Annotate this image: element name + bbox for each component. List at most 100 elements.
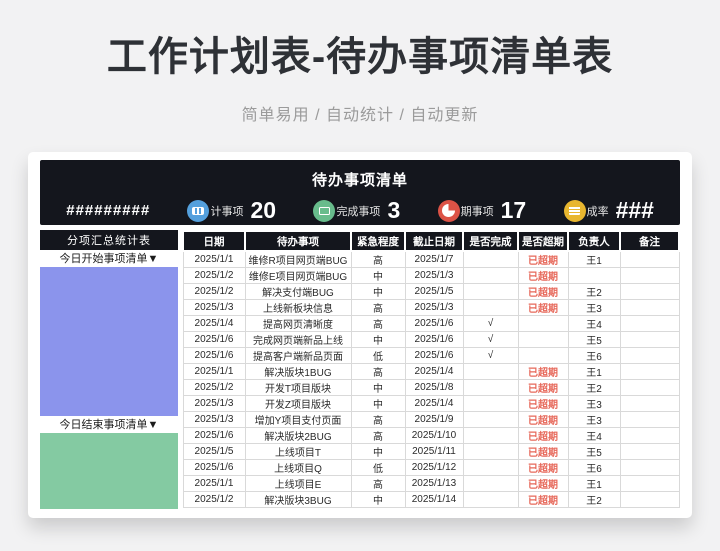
table-cell[interactable]: 维修R项目网页端BUG <box>244 250 352 268</box>
table-cell[interactable]: 2025/1/14 <box>404 491 464 508</box>
table-cell[interactable]: 王2 <box>567 379 621 396</box>
table-cell[interactable]: 提高网页清晰度 <box>244 315 352 332</box>
table-cell[interactable]: 上线新板块信息 <box>244 299 352 316</box>
table-cell[interactable]: 高 <box>350 315 406 332</box>
table-cell[interactable] <box>517 347 569 364</box>
table-cell[interactable]: 2025/1/6 <box>404 347 464 364</box>
table-cell[interactable]: 2025/1/12 <box>404 459 464 476</box>
table-cell[interactable]: 2025/1/6 <box>182 347 246 364</box>
today-start-section-toggle[interactable]: 今日开始事项清单▼ <box>40 251 178 267</box>
table-cell[interactable]: 2025/1/6 <box>404 331 464 348</box>
table-cell[interactable]: 王1 <box>567 363 621 380</box>
overdue-cell[interactable]: 已超期 <box>517 395 569 412</box>
table-cell[interactable]: 2025/1/3 <box>404 299 464 316</box>
table-cell[interactable] <box>619 395 680 412</box>
table-cell[interactable]: 王3 <box>567 411 621 428</box>
table-cell[interactable]: 解决版块1BUG <box>244 363 352 380</box>
table-cell[interactable]: 2025/1/11 <box>404 443 464 460</box>
table-cell[interactable] <box>619 427 680 444</box>
overdue-cell[interactable]: 已超期 <box>517 283 569 300</box>
table-cell[interactable]: 2025/1/8 <box>404 379 464 396</box>
table-cell[interactable] <box>619 491 680 508</box>
table-cell[interactable]: 2025/1/1 <box>182 250 246 268</box>
table-cell[interactable]: 2025/1/6 <box>182 459 246 476</box>
table-cell[interactable] <box>462 267 519 284</box>
table-cell[interactable]: 开发T项目版块 <box>244 379 352 396</box>
table-cell[interactable]: 2025/1/10 <box>404 427 464 444</box>
table-cell[interactable]: 高 <box>350 299 406 316</box>
table-cell[interactable] <box>619 379 680 396</box>
table-cell[interactable] <box>462 395 519 412</box>
table-cell[interactable]: √ <box>462 331 519 348</box>
table-cell[interactable]: 2025/1/6 <box>182 427 246 444</box>
table-cell[interactable]: 上线项目E <box>244 475 352 492</box>
table-cell[interactable]: 王3 <box>567 299 621 316</box>
table-cell[interactable] <box>619 331 680 348</box>
table-cell[interactable]: √ <box>462 347 519 364</box>
table-cell[interactable] <box>619 267 680 284</box>
table-cell[interactable]: 提高客户端新品页面 <box>244 347 352 364</box>
table-cell[interactable] <box>619 459 680 476</box>
table-cell[interactable]: 解决版块2BUG <box>244 427 352 444</box>
table-cell[interactable]: 2025/1/2 <box>182 267 246 284</box>
table-cell[interactable]: 2025/1/5 <box>404 283 464 300</box>
table-cell[interactable]: 2025/1/3 <box>182 299 246 316</box>
overdue-cell[interactable]: 已超期 <box>517 411 569 428</box>
overdue-cell[interactable]: 已超期 <box>517 267 569 284</box>
overdue-cell[interactable]: 已超期 <box>517 443 569 460</box>
table-cell[interactable]: 2025/1/7 <box>404 250 464 268</box>
table-cell[interactable]: √ <box>462 315 519 332</box>
table-cell[interactable]: 王5 <box>567 443 621 460</box>
table-cell[interactable]: 低 <box>350 459 406 476</box>
table-cell[interactable]: 王2 <box>567 491 621 508</box>
table-cell[interactable]: 2025/1/3 <box>182 411 246 428</box>
overdue-cell[interactable]: 已超期 <box>517 491 569 508</box>
table-cell[interactable] <box>462 427 519 444</box>
table-cell[interactable] <box>517 315 569 332</box>
table-cell[interactable]: 王4 <box>567 315 621 332</box>
table-cell[interactable]: 中 <box>350 395 406 412</box>
table-cell[interactable] <box>619 347 680 364</box>
table-cell[interactable] <box>462 459 519 476</box>
table-cell[interactable] <box>619 363 680 380</box>
table-cell[interactable]: 2025/1/1 <box>182 363 246 380</box>
table-cell[interactable] <box>462 411 519 428</box>
table-cell[interactable] <box>619 250 680 268</box>
table-cell[interactable]: 完成网页端新品上线 <box>244 331 352 348</box>
table-cell[interactable]: 增加Y项目支付页面 <box>244 411 352 428</box>
today-end-section-toggle[interactable]: 今日结束事项清单▼ <box>40 417 178 433</box>
table-cell[interactable]: 上线项目T <box>244 443 352 460</box>
table-cell[interactable]: 王2 <box>567 283 621 300</box>
table-cell[interactable]: 高 <box>350 427 406 444</box>
table-cell[interactable]: 2025/1/13 <box>404 475 464 492</box>
table-cell[interactable]: 中 <box>350 267 406 284</box>
table-cell[interactable] <box>619 315 680 332</box>
overdue-cell[interactable]: 已超期 <box>517 363 569 380</box>
table-cell[interactable] <box>462 363 519 380</box>
table-cell[interactable]: 2025/1/4 <box>404 363 464 380</box>
table-cell[interactable] <box>619 299 680 316</box>
table-cell[interactable]: 中 <box>350 443 406 460</box>
table-cell[interactable] <box>462 379 519 396</box>
overdue-cell[interactable]: 已超期 <box>517 459 569 476</box>
table-cell[interactable] <box>462 250 519 268</box>
table-cell[interactable] <box>619 411 680 428</box>
table-cell[interactable]: 王6 <box>567 459 621 476</box>
table-cell[interactable]: 高 <box>350 250 406 268</box>
table-cell[interactable]: 2025/1/2 <box>182 283 246 300</box>
overdue-cell[interactable]: 已超期 <box>517 427 569 444</box>
table-cell[interactable]: 2025/1/9 <box>404 411 464 428</box>
table-cell[interactable] <box>462 299 519 316</box>
table-cell[interactable]: 高 <box>350 475 406 492</box>
table-cell[interactable]: 2025/1/3 <box>404 267 464 284</box>
table-cell[interactable]: 低 <box>350 347 406 364</box>
overdue-cell[interactable]: 已超期 <box>517 475 569 492</box>
table-cell[interactable]: 中 <box>350 331 406 348</box>
table-cell[interactable]: 2025/1/6 <box>182 331 246 348</box>
table-cell[interactable]: 2025/1/1 <box>182 475 246 492</box>
table-cell[interactable]: 上线项目Q <box>244 459 352 476</box>
table-cell[interactable]: 2025/1/3 <box>182 395 246 412</box>
table-cell[interactable] <box>462 443 519 460</box>
table-cell[interactable]: 中 <box>350 491 406 508</box>
table-cell[interactable]: 中 <box>350 283 406 300</box>
